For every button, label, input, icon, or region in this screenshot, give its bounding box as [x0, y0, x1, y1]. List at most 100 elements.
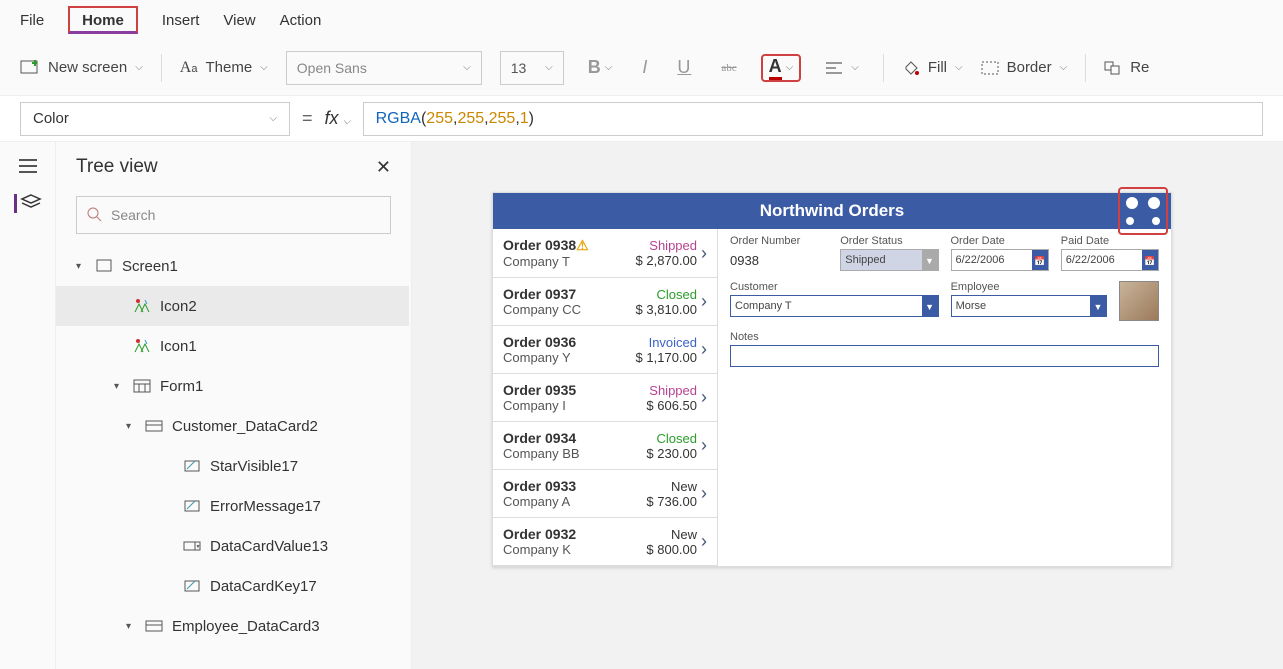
chevron-right-icon: › [701, 243, 707, 264]
caret-icon: ▾ [114, 381, 124, 392]
fill-button[interactable]: Fill⌵ [902, 59, 963, 77]
field-label: Customer [730, 281, 939, 293]
edit-icon [182, 578, 202, 594]
tree-search-input[interactable]: Search [76, 196, 391, 234]
employee-select[interactable]: Morse▼ [951, 295, 1107, 317]
tree-title: Tree view [76, 156, 158, 178]
reorder-label: Re [1130, 59, 1149, 76]
font-name: Open Sans [297, 60, 367, 76]
align-icon [825, 61, 843, 75]
tree-item[interactable]: Icon1 [56, 326, 409, 366]
detail-form: Order Number0938 Order Status Shipped▼ O… [718, 229, 1171, 566]
order-company: Company Y [503, 350, 632, 365]
order-amount: $ 3,810.00 [636, 302, 697, 317]
order-row[interactable]: Order 0933Company ANew$ 736.00› [493, 470, 717, 518]
treeview-rail-button[interactable] [14, 194, 41, 213]
tree-item[interactable]: DataCardKey17 [56, 566, 409, 606]
italic-button[interactable]: I [636, 57, 653, 78]
order-amount: $ 2,870.00 [636, 253, 697, 268]
tree-item-label: Icon1 [160, 338, 197, 355]
order-number-value: 0938 [730, 249, 828, 268]
strike-button[interactable]: abc [715, 62, 742, 74]
order-status: Shipped [646, 383, 697, 398]
property-select[interactable]: Color ⌵ [20, 102, 290, 136]
order-row[interactable]: Order 0934Company BBClosed$ 230.00› [493, 422, 717, 470]
underline-button[interactable]: U [671, 57, 697, 78]
layers-icon [21, 194, 41, 210]
screen-icon [94, 258, 114, 274]
app-header: Northwind Orders [493, 193, 1171, 229]
order-row[interactable]: Order 0937Company CCClosed$ 3,810.00› [493, 278, 717, 326]
font-size-select[interactable]: 13 ⌵ [500, 51, 564, 85]
tree-item[interactable]: ▾Screen1 [56, 246, 409, 286]
tree-item[interactable]: StarVisible17 [56, 446, 409, 486]
caret-icon: ▾ [126, 421, 136, 432]
caret-icon: ▾ [76, 261, 86, 272]
font-size: 13 [511, 60, 527, 76]
fx-label[interactable]: fx ⌵ [325, 108, 351, 129]
order-company: Company T [503, 254, 632, 269]
tree-item-label: ErrorMessage17 [210, 498, 321, 515]
edit-icon [182, 458, 202, 474]
chevron-right-icon: › [701, 483, 707, 504]
order-number: Order 0934 [503, 430, 642, 446]
order-status: New [646, 479, 697, 494]
menu-action[interactable]: Action [280, 8, 322, 33]
customer-select[interactable]: Company T▼ [730, 295, 939, 317]
menu-view[interactable]: View [223, 8, 255, 33]
tree-item[interactable]: ▾Customer_DataCard2 [56, 406, 409, 446]
notes-input[interactable] [730, 345, 1159, 367]
order-status: Closed [636, 287, 697, 302]
order-row[interactable]: Order 0936Company YInvoiced$ 1,170.00› [493, 326, 717, 374]
paid-date-picker[interactable]: 6/22/2006📅 [1061, 249, 1159, 271]
formula-input[interactable]: RGBA(255, 255, 255, 1) [363, 102, 1263, 136]
tree-item[interactable]: ErrorMessage17 [56, 486, 409, 526]
search-placeholder: Search [111, 207, 155, 223]
menu-home[interactable]: Home [68, 6, 138, 34]
equals-sign: = [302, 108, 313, 129]
field-label: Order Status [840, 235, 938, 247]
border-button[interactable]: Border⌵ [981, 59, 1068, 76]
theme-button[interactable]: Aa Theme ⌵ [180, 59, 268, 77]
menu-insert[interactable]: Insert [162, 8, 200, 33]
bold-button[interactable]: B⌵ [582, 57, 619, 78]
order-list[interactable]: Order 0938⚠Company TShipped$ 2,870.00›Or… [493, 229, 718, 566]
order-company: Company I [503, 398, 642, 413]
order-company: Company A [503, 494, 642, 509]
menu-file[interactable]: File [20, 8, 44, 33]
chevron-down-icon: ⌵ [135, 62, 143, 73]
font-color-button[interactable]: A⌵ [761, 54, 802, 82]
hamburger-icon[interactable] [18, 158, 38, 174]
order-row[interactable]: Order 0932Company KNew$ 800.00› [493, 518, 717, 566]
iconctl-icon [132, 338, 152, 354]
tree-item[interactable]: DataCardValue13 [56, 526, 409, 566]
combo-icon [182, 538, 202, 554]
border-label: Border [1007, 59, 1052, 76]
chevron-down-icon: ⌵ [545, 62, 553, 73]
order-row[interactable]: Order 0935Company IShipped$ 606.50› [493, 374, 717, 422]
order-status-select[interactable]: Shipped▼ [840, 249, 938, 271]
chevron-right-icon: › [701, 291, 707, 312]
order-status: New [646, 527, 697, 542]
close-icon[interactable]: ✕ [376, 157, 391, 178]
new-screen-button[interactable]: New screen ⌵ [20, 59, 143, 76]
fill-label: Fill [928, 59, 947, 76]
tree-item-label: Form1 [160, 378, 203, 395]
tree-item[interactable]: Icon2 [56, 286, 409, 326]
align-button[interactable]: ⌵ [819, 61, 865, 75]
tree-item-label: DataCardKey17 [210, 578, 317, 595]
reorder-button[interactable]: Re [1104, 59, 1149, 76]
order-number: Order 0936 [503, 334, 632, 350]
tree-item[interactable]: ▾ Form1 [56, 366, 409, 406]
field-label: Employee [951, 281, 1107, 293]
reorder-icon [1104, 61, 1122, 75]
order-date-picker[interactable]: 6/22/2006📅 [951, 249, 1049, 271]
font-family-select[interactable]: Open Sans ⌵ [286, 51, 482, 85]
screen-icon [20, 60, 40, 76]
order-row[interactable]: Order 0938⚠Company TShipped$ 2,870.00› [493, 229, 717, 278]
chevron-down-icon: ⌵ [463, 62, 471, 73]
chevron-right-icon: › [701, 339, 707, 360]
property-name: Color [33, 110, 69, 127]
order-amount: $ 736.00 [646, 494, 697, 509]
tree-item[interactable]: ▾Employee_DataCard3 [56, 606, 409, 646]
